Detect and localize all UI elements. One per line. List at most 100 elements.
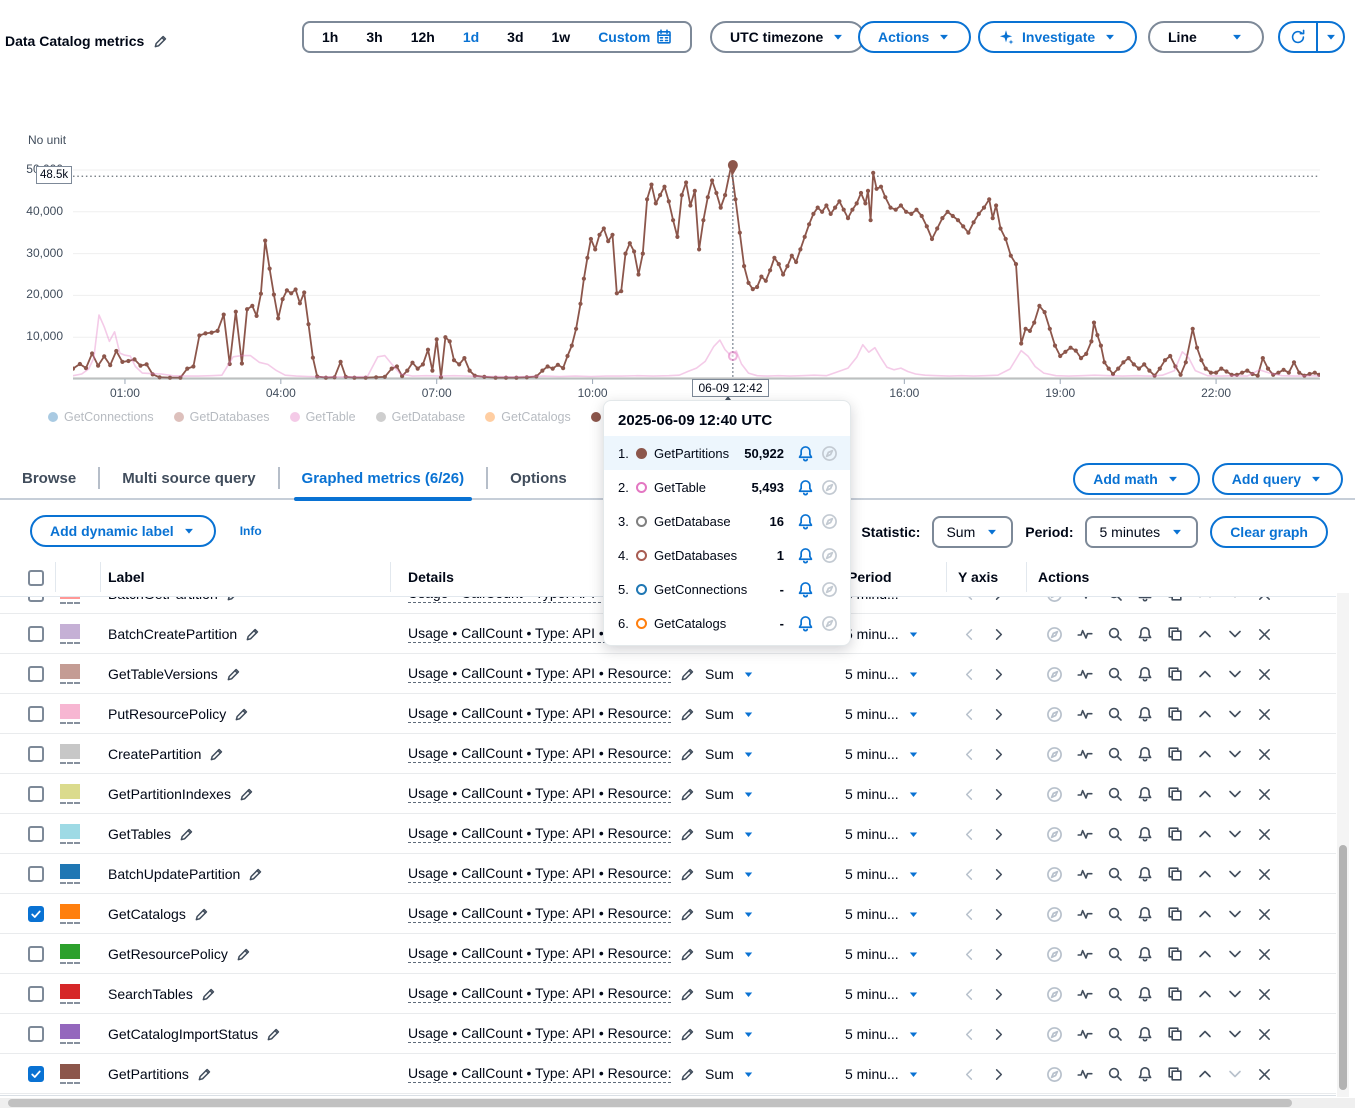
investigate-dropdown[interactable]: Investigate [978,21,1137,53]
edit-label-icon[interactable] [245,627,260,642]
move-up-icon[interactable] [1197,666,1213,682]
row-period-select[interactable]: 5 minu... [845,854,920,894]
metric-details-link[interactable]: Usage • CallCount • Type: API • Resource… [408,665,671,683]
create-alarm-bell-icon[interactable] [1137,1026,1153,1042]
clear-graph-button[interactable]: Clear graph [1210,516,1328,548]
row-period-select[interactable]: 5 minu... [845,774,920,814]
edit-details-icon[interactable] [680,667,695,682]
metric-color-swatch[interactable] [60,784,80,804]
create-alarm-bell-icon[interactable] [1137,986,1153,1002]
dynamic-label-pulse-icon[interactable] [1077,826,1093,842]
create-alarm-bell-icon[interactable] [1137,906,1153,922]
remove-metric-icon[interactable] [1257,827,1272,842]
y-axis-right-icon[interactable] [991,867,1006,882]
create-alarm-bell-icon[interactable] [1137,866,1153,882]
zoom-icon[interactable] [1107,666,1123,682]
y-axis-left-icon[interactable] [962,707,977,722]
investigate-icon[interactable] [1046,866,1063,883]
create-alarm-bell-icon[interactable] [793,581,817,598]
remove-metric-icon[interactable] [1257,787,1272,802]
remove-metric-icon[interactable] [1257,747,1272,762]
remove-metric-icon[interactable] [1257,597,1272,602]
tab-options[interactable]: Options [488,457,589,499]
investigate-icon[interactable] [1046,706,1063,723]
edit-details-icon[interactable] [680,1027,695,1042]
remove-metric-icon[interactable] [1257,987,1272,1002]
edit-label-icon[interactable] [236,947,251,962]
metric-color-swatch[interactable] [60,1024,80,1044]
move-down-icon[interactable] [1227,666,1243,682]
add-math-dropdown[interactable]: Add math [1073,463,1200,495]
y-axis-left-icon[interactable] [962,867,977,882]
y-axis-left-icon[interactable] [962,667,977,682]
edit-label-icon[interactable] [209,747,224,762]
row-checkbox[interactable] [28,866,44,882]
move-up-icon[interactable] [1197,706,1213,722]
time-range-custom[interactable]: Custom [584,29,686,45]
timezone-dropdown[interactable]: UTC timezone [710,21,865,53]
duplicate-icon[interactable] [1167,1066,1183,1082]
y-axis-left-icon[interactable] [962,1027,977,1042]
metric-color-swatch[interactable] [60,944,80,964]
metric-color-swatch[interactable] [60,704,80,724]
edit-label-icon[interactable] [179,827,194,842]
investigate-icon[interactable] [817,615,841,632]
row-period-select[interactable]: 5 minu... [845,654,920,694]
time-range-3h[interactable]: 3h [352,29,396,45]
move-up-icon[interactable] [1197,1066,1213,1082]
y-axis-right-icon[interactable] [991,1067,1006,1082]
row-period-select[interactable]: 5 minu... [845,1014,920,1054]
zoom-icon[interactable] [1107,906,1123,922]
move-up-icon[interactable] [1197,986,1213,1002]
chart-type-dropdown[interactable]: Line [1148,21,1264,53]
investigate-icon[interactable] [1046,1066,1063,1083]
row-checkbox[interactable] [28,986,44,1002]
create-alarm-bell-icon[interactable] [793,615,817,632]
horizontal-scrollbar-thumb[interactable] [8,1099,1292,1107]
metric-color-swatch[interactable] [60,904,80,924]
row-statistic-select[interactable]: Sum [705,854,755,894]
row-statistic-select[interactable]: Sum [705,694,755,734]
zoom-icon[interactable] [1107,746,1123,762]
y-axis-left-icon[interactable] [962,627,977,642]
metric-details-link[interactable]: Usage • CallCount • Type: API • Resource… [408,945,671,963]
remove-metric-icon[interactable] [1257,667,1272,682]
metric-color-swatch[interactable] [60,744,80,764]
edit-details-icon[interactable] [680,827,695,842]
create-alarm-bell-icon[interactable] [793,513,817,530]
move-down-icon[interactable] [1227,746,1243,762]
edit-details-icon[interactable] [680,747,695,762]
dynamic-label-pulse-icon[interactable] [1077,626,1093,642]
move-up-icon[interactable] [1197,786,1213,802]
investigate-icon[interactable] [817,581,841,598]
duplicate-icon[interactable] [1167,706,1183,722]
y-axis-left-icon[interactable] [962,787,977,802]
investigate-icon[interactable] [1046,626,1063,643]
y-axis-left-icon[interactable] [962,987,977,1002]
y-axis-right-icon[interactable] [991,907,1006,922]
edit-details-icon[interactable] [680,1067,695,1082]
move-up-icon[interactable] [1197,906,1213,922]
investigate-icon[interactable] [1046,986,1063,1003]
row-checkbox[interactable] [28,826,44,842]
y-axis-left-icon[interactable] [962,597,977,602]
edit-label-icon[interactable] [266,1027,281,1042]
move-down-icon[interactable] [1227,597,1243,602]
dynamic-label-pulse-icon[interactable] [1077,706,1093,722]
row-period-select[interactable]: 5 minu... [845,974,920,1014]
actions-dropdown[interactable]: Actions [858,21,971,53]
investigate-icon[interactable] [817,547,841,564]
dynamic-label-pulse-icon[interactable] [1077,866,1093,882]
metric-details-link[interactable]: Usage • CallCount • Type: API • Resource… [408,1065,671,1083]
create-alarm-bell-icon[interactable] [1137,826,1153,842]
metric-color-swatch[interactable] [60,1064,80,1084]
dynamic-label-pulse-icon[interactable] [1077,666,1093,682]
edit-label-icon[interactable] [239,787,254,802]
create-alarm-bell-icon[interactable] [1137,706,1153,722]
move-up-icon[interactable] [1197,626,1213,642]
legend-item-GetCatalogs[interactable]: GetCatalogs [485,410,570,424]
create-alarm-bell-icon[interactable] [1137,666,1153,682]
metric-details-link[interactable]: Usage • CallCount • Type: API • Resource… [408,825,671,843]
metric-color-swatch[interactable] [60,864,80,884]
tab-browse[interactable]: Browse [0,457,98,499]
